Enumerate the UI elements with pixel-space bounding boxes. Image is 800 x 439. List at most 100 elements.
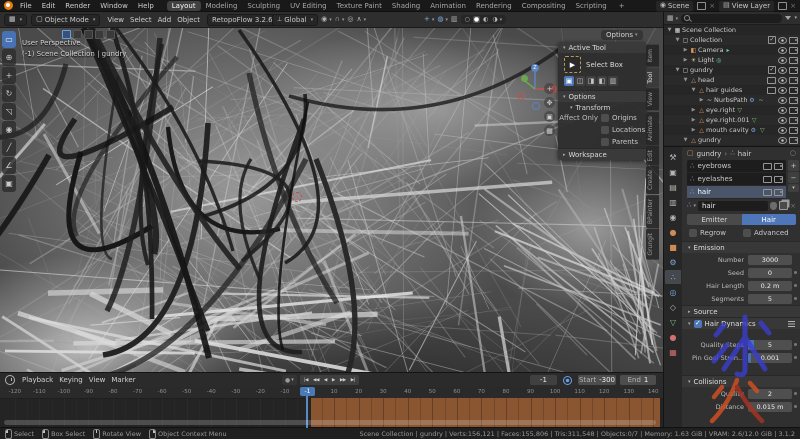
quick-tool-icon-0[interactable] bbox=[62, 30, 71, 39]
sidebar-tab-view[interactable]: View bbox=[646, 88, 659, 110]
disclosure-icon[interactable]: ▶ bbox=[682, 57, 689, 63]
workspace-tab-sculpting[interactable]: Sculpting bbox=[242, 1, 285, 11]
checkbox-regrow[interactable] bbox=[689, 229, 697, 237]
viewport-canvas[interactable]: ▭⊕+↻◹◉╱∠▣ User Perspective (-1) Scene Co… bbox=[0, 28, 663, 372]
sidebar-tab-tool[interactable]: Tool bbox=[646, 68, 659, 88]
pan-view-icon[interactable]: ✥ bbox=[544, 97, 555, 108]
camera-toggle-icon[interactable] bbox=[789, 107, 798, 114]
properties-tab-material[interactable]: ● bbox=[665, 330, 681, 344]
properties-tab-output[interactable]: ▤ bbox=[665, 180, 681, 194]
type-toggle-emitter[interactable]: Emitter bbox=[687, 214, 742, 225]
new-scene-icon[interactable] bbox=[697, 2, 706, 10]
panel-header-hair-dynamics[interactable]: ▾Hair Dynamics bbox=[682, 317, 800, 329]
property-field-quality-steps[interactable]: 5 bbox=[748, 340, 792, 350]
camera-toggle-icon[interactable] bbox=[789, 137, 798, 144]
particle-system-eyebrows[interactable]: ∴eyebrows bbox=[687, 160, 786, 173]
filter-icon[interactable] bbox=[785, 16, 791, 20]
viewport-menu-view[interactable]: View bbox=[104, 16, 127, 24]
menu-render[interactable]: Render bbox=[60, 2, 95, 10]
sidebar-tab-grungit[interactable]: Grungit bbox=[646, 229, 659, 260]
render-toggle-icon[interactable] bbox=[774, 163, 783, 170]
eye-toggle-icon[interactable] bbox=[778, 137, 787, 144]
properties-tab-constraints[interactable]: ◇ bbox=[665, 300, 681, 314]
eye-toggle-icon[interactable] bbox=[778, 57, 787, 64]
presets-icon[interactable] bbox=[788, 321, 795, 327]
transform-subpanel-header[interactable]: ▾Transform bbox=[558, 102, 646, 112]
properties-tab-scene[interactable]: ◉ bbox=[665, 210, 681, 224]
animate-dot[interactable] bbox=[792, 271, 798, 274]
workspace-tab-compositing[interactable]: Compositing bbox=[517, 1, 571, 11]
shading-solid-icon[interactable]: ● bbox=[473, 16, 480, 23]
play-reverse-button[interactable]: ◀ bbox=[322, 378, 329, 383]
disclosure-icon[interactable]: ▶ bbox=[682, 47, 689, 53]
workspace-tab-texture-paint[interactable]: Texture Paint bbox=[332, 1, 387, 11]
remove-view-layer-icon[interactable]: × bbox=[790, 2, 796, 10]
select-mode-intersect[interactable]: ▥ bbox=[608, 76, 618, 86]
workspace-tab-scripting[interactable]: Scripting bbox=[571, 1, 612, 11]
particle-system-eyelashes[interactable]: ∴eyelashes bbox=[687, 173, 786, 186]
eye-toggle-icon[interactable] bbox=[778, 97, 787, 104]
jump-end-button[interactable]: ▶| bbox=[349, 378, 357, 383]
eye-toggle-icon[interactable] bbox=[778, 67, 787, 74]
unlink-scene-icon[interactable]: × bbox=[709, 2, 715, 10]
render-toggle-icon[interactable] bbox=[774, 189, 783, 196]
screen-toggle-icon[interactable] bbox=[767, 77, 776, 84]
viewport-menu-add[interactable]: Add bbox=[155, 16, 175, 24]
tool-rotate[interactable]: ↻ bbox=[2, 85, 16, 102]
properties-tab-modifiers[interactable]: ⚙ bbox=[665, 255, 681, 269]
sidebar-tab-item[interactable]: Item bbox=[646, 45, 659, 67]
outliner-row-eye-right[interactable]: ▶△eye.right▽ bbox=[664, 105, 800, 115]
new-view-layer-icon[interactable] bbox=[778, 2, 787, 10]
property-field-distance[interactable]: 0.015 m bbox=[748, 402, 792, 412]
options-dropdown[interactable]: Options bbox=[601, 30, 643, 40]
outliner-row-gundry[interactable]: ▼▢gundry bbox=[664, 65, 800, 75]
timeline-menu-keying[interactable]: Keying bbox=[56, 376, 86, 384]
menu-window[interactable]: Window bbox=[95, 2, 133, 10]
scene-selector[interactable]: ◉ Scene bbox=[655, 0, 694, 12]
outliner-row-eye-right-001[interactable]: ▶△eye.right.001▽ bbox=[664, 115, 800, 125]
type-toggle-hair[interactable]: Hair bbox=[742, 214, 797, 225]
snap-magnet-icon[interactable]: ∩ bbox=[335, 16, 345, 23]
gizmo-y-axis[interactable] bbox=[521, 75, 528, 82]
pivot-point-dropdown[interactable]: ◉ bbox=[321, 16, 332, 23]
outliner-editor-dropdown[interactable]: ▦ bbox=[667, 15, 678, 22]
camera-toggle-icon[interactable] bbox=[789, 47, 798, 54]
menu-edit[interactable]: Edit bbox=[37, 2, 61, 10]
properties-tab-physics[interactable]: ◎ bbox=[665, 285, 681, 299]
workspace-tab-rendering[interactable]: Rendering bbox=[471, 1, 517, 11]
camera-toggle-icon[interactable] bbox=[789, 67, 798, 74]
show-overlays-icon[interactable]: ◍ bbox=[437, 16, 448, 23]
workspace-tab-animation[interactable]: Animation bbox=[425, 1, 471, 11]
properties-tab-particles[interactable]: ∴ bbox=[665, 270, 681, 284]
copy-settings-icon[interactable] bbox=[779, 201, 788, 210]
pin-icon[interactable]: ○ bbox=[790, 150, 796, 157]
checkbox-advanced[interactable] bbox=[743, 229, 751, 237]
workspace-tab-shading[interactable]: Shading bbox=[387, 1, 425, 11]
xray-toggle-icon[interactable]: ▥ bbox=[451, 16, 458, 23]
select-mode-new[interactable]: ▣ bbox=[564, 76, 574, 86]
play-button[interactable]: ▶ bbox=[330, 378, 337, 383]
outliner-row-camera[interactable]: ▶◧Camera▸ bbox=[664, 45, 800, 55]
gizmo-neg-z-axis[interactable] bbox=[532, 102, 540, 110]
editor-type-dropdown[interactable]: ▦ bbox=[4, 14, 27, 26]
remove-particle-system-button[interactable]: − bbox=[788, 172, 799, 183]
camera-toggle-icon[interactable] bbox=[789, 77, 798, 84]
outliner-row-scene-collection[interactable]: ▼▦Scene Collection bbox=[664, 25, 800, 35]
select-mode-invert[interactable]: ◧ bbox=[597, 76, 607, 86]
jump-start-button[interactable]: |◀ bbox=[302, 378, 310, 383]
shading-wireframe-icon[interactable]: ○ bbox=[464, 16, 471, 23]
camera-toggle-icon[interactable] bbox=[789, 117, 798, 124]
tool-add-cube[interactable]: ▣ bbox=[2, 175, 16, 192]
viewport-toggle-icon[interactable] bbox=[763, 176, 772, 183]
breadcrumb-data[interactable]: hair bbox=[738, 150, 752, 158]
particle-name-field[interactable]: hair bbox=[698, 201, 768, 211]
disclosure-icon[interactable]: ▼ bbox=[690, 87, 697, 93]
select-mode-extend[interactable]: ◫ bbox=[575, 76, 585, 86]
eye-toggle-icon[interactable] bbox=[778, 77, 787, 84]
animate-dot[interactable] bbox=[792, 356, 798, 359]
tool-move[interactable]: + bbox=[2, 67, 16, 84]
panel-header-emission[interactable]: ▾Emission bbox=[682, 241, 800, 253]
timeline-menu-playback[interactable]: Playback bbox=[19, 376, 56, 384]
camera-toggle-icon[interactable] bbox=[789, 127, 798, 134]
properties-tab-render[interactable]: ▣ bbox=[665, 165, 681, 179]
